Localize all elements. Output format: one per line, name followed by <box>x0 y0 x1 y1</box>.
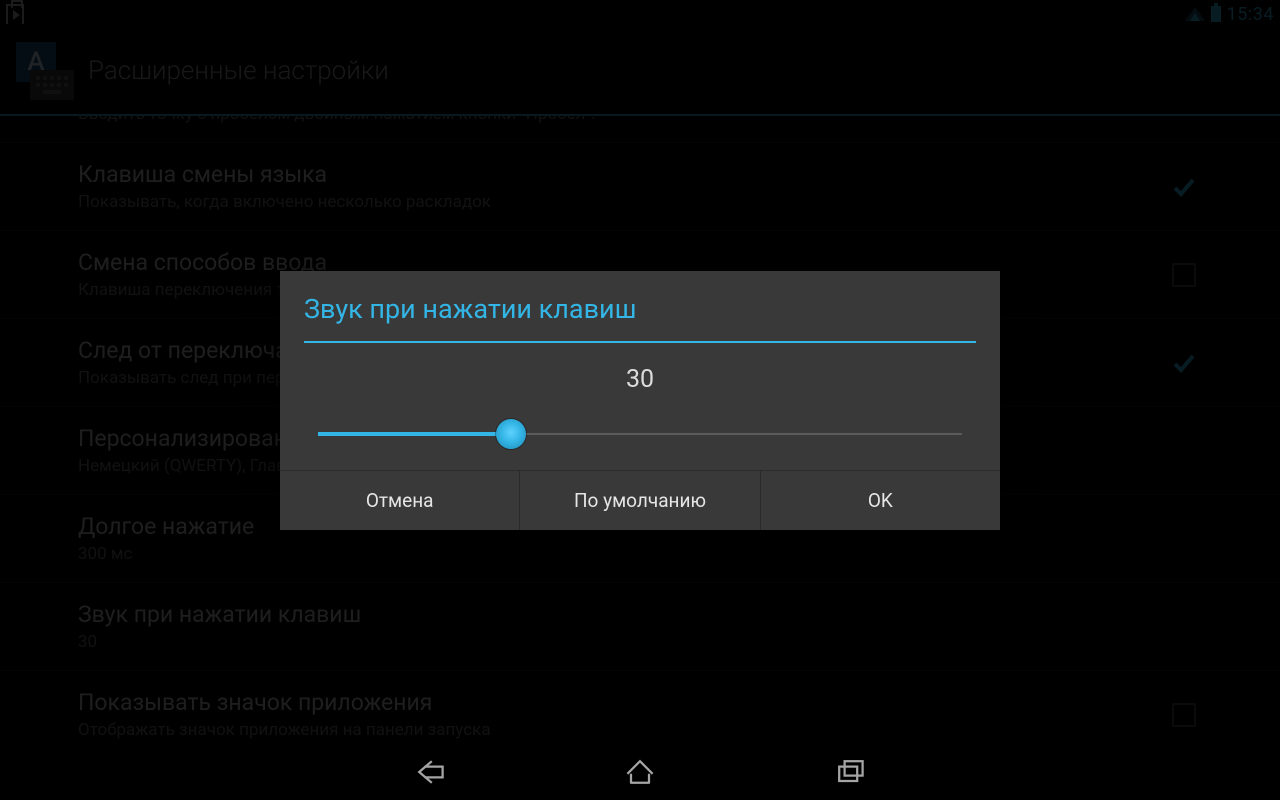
navigation-bar <box>0 744 1280 800</box>
volume-slider[interactable] <box>318 404 962 464</box>
volume-dialog: Звук при нажатии клавиш 30 Отмена По умо… <box>280 271 1000 530</box>
ok-button[interactable]: OK <box>761 471 1000 530</box>
slider-thumb[interactable] <box>496 419 526 449</box>
dialog-value: 30 <box>280 343 1000 404</box>
recents-button[interactable] <box>830 752 870 792</box>
dialog-button-row: Отмена По умолчанию OK <box>280 470 1000 530</box>
default-button[interactable]: По умолчанию <box>520 471 760 530</box>
back-button[interactable] <box>410 752 450 792</box>
home-button[interactable] <box>620 752 660 792</box>
dialog-title: Звук при нажатии клавиш <box>280 271 1000 341</box>
slider-fill <box>318 432 511 436</box>
cancel-button[interactable]: Отмена <box>280 471 520 530</box>
dialog-scrim[interactable]: Звук при нажатии клавиш 30 Отмена По умо… <box>0 0 1280 800</box>
